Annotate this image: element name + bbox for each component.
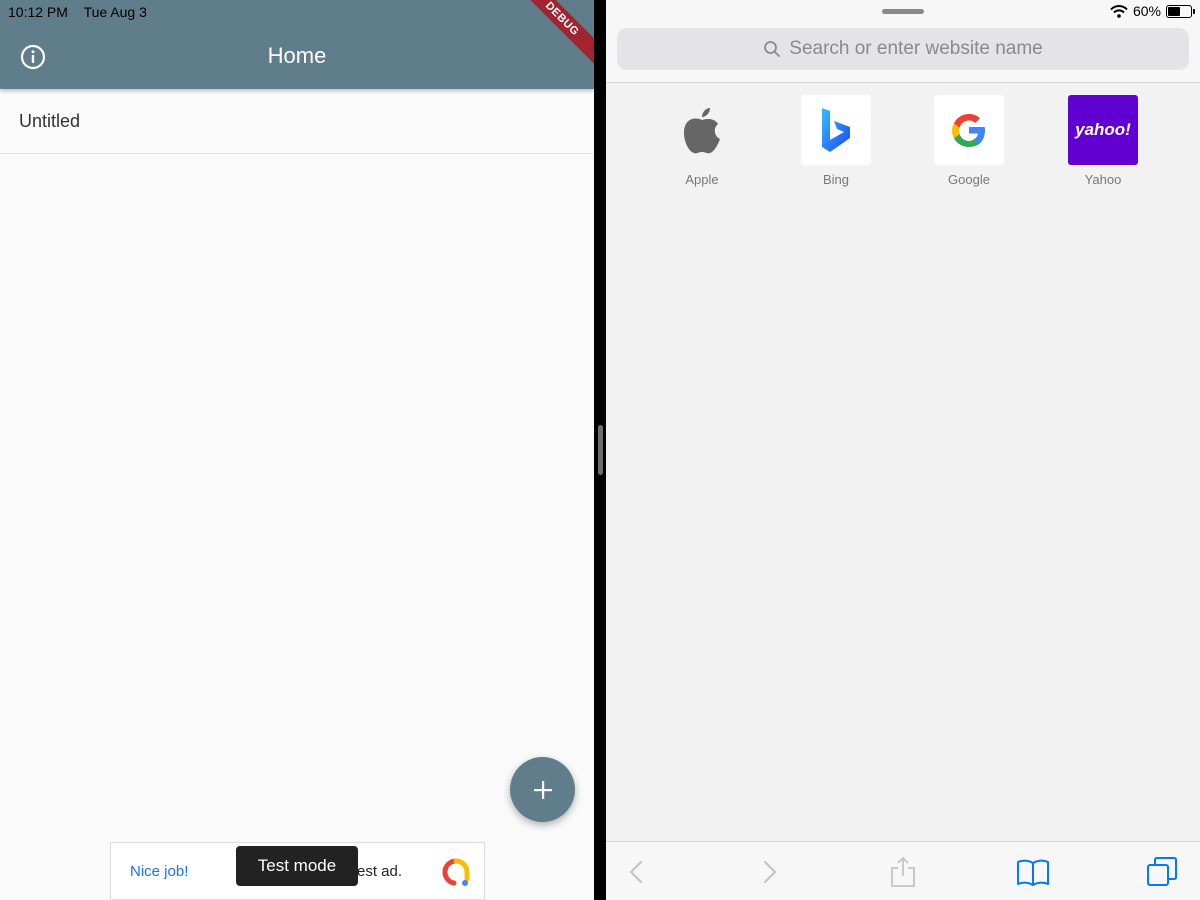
status-time: 10:12 PM xyxy=(8,4,68,20)
google-logo-icon xyxy=(934,95,1004,165)
add-button[interactable] xyxy=(510,757,575,822)
book-icon xyxy=(1017,859,1049,886)
battery-fill xyxy=(1168,6,1181,16)
note-list: Untitled xyxy=(0,89,594,154)
window-grabber[interactable] xyxy=(882,9,924,14)
battery-percentage: 60% xyxy=(1132,3,1161,19)
screen: 10:12 PM Tue Aug 3 Home DEBUG Untitled N… xyxy=(0,0,1200,900)
tabs-icon xyxy=(1147,857,1177,886)
favorite-yahoo[interactable]: yahoo! Yahoo xyxy=(1058,95,1148,187)
safari-bottom-toolbar xyxy=(606,841,1200,900)
status-bar-right: 60% xyxy=(1105,3,1195,19)
ad-nice-text: Nice job! xyxy=(130,863,189,880)
search-input[interactable]: Search or enter website name xyxy=(617,28,1189,70)
bing-logo-icon xyxy=(801,95,871,165)
safari-pane: 60% Search or enter website name Apple B… xyxy=(606,0,1200,900)
app-bar: 10:12 PM Tue Aug 3 Home DEBUG xyxy=(0,0,594,89)
status-date: Tue Aug 3 xyxy=(83,4,147,20)
favorite-label: Apple xyxy=(685,172,719,187)
favorite-bing[interactable]: Bing xyxy=(791,95,881,187)
status-bar-left: 10:12 PM Tue Aug 3 xyxy=(8,4,159,20)
favorite-label: Yahoo xyxy=(1084,172,1122,187)
safari-top-bar: 60% Search or enter website name xyxy=(606,0,1200,83)
chevron-right-icon xyxy=(763,860,777,884)
battery-icon xyxy=(1166,4,1195,18)
page-title: Home xyxy=(267,43,327,68)
split-view-divider[interactable] xyxy=(594,0,606,900)
forward-button[interactable] xyxy=(752,854,788,890)
favorite-apple[interactable]: Apple xyxy=(657,95,747,187)
favorite-google[interactable]: Google xyxy=(924,95,1014,187)
ad-test-text: est ad. xyxy=(357,863,403,880)
test-mode-toast: Test mode xyxy=(236,846,358,886)
wifi-icon xyxy=(1110,4,1128,18)
back-button[interactable] xyxy=(618,854,654,890)
yahoo-logo-icon: yahoo! xyxy=(1068,95,1138,165)
admob-logo-icon xyxy=(442,858,470,886)
share-icon xyxy=(891,856,915,887)
search-icon xyxy=(764,41,781,57)
tabs-button[interactable] xyxy=(1144,854,1180,890)
yahoo-logo-text: yahoo! xyxy=(1075,120,1131,139)
share-button[interactable] xyxy=(885,854,921,890)
favorite-label: Bing xyxy=(822,172,850,187)
search-placeholder: Search or enter website name xyxy=(789,38,1043,59)
plus-icon xyxy=(533,780,552,799)
apple-logo-icon xyxy=(667,95,737,165)
favorite-label: Google xyxy=(948,172,990,187)
chevron-left-icon xyxy=(629,860,643,884)
left-app-pane: 10:12 PM Tue Aug 3 Home DEBUG Untitled N… xyxy=(0,0,594,900)
list-item[interactable]: Untitled xyxy=(0,89,594,154)
divider-handle[interactable] xyxy=(598,425,603,475)
bookmarks-button[interactable] xyxy=(1015,854,1051,890)
